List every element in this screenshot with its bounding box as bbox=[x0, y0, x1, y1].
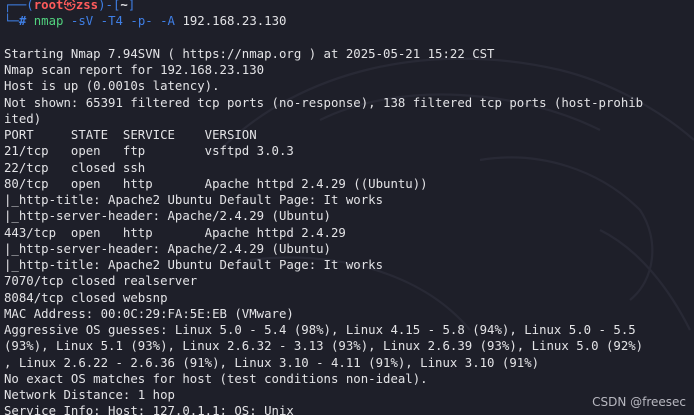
output-line: |_http-server-header: Apache/2.4.29 (Ubu… bbox=[4, 241, 331, 256]
output-line: Nmap scan report for 192.168.23.130 bbox=[4, 63, 265, 77]
skull-icon: ㉿ bbox=[63, 0, 76, 12]
output-line: |_http-title: Apache2 Ubuntu Default Pag… bbox=[4, 258, 384, 272]
output-line: MAC Address: 00:0C:29:FA:5E:EB (VMware) bbox=[4, 306, 294, 321]
prompt-host: zss bbox=[75, 0, 99, 12]
output-line: No exact OS matches for host (test condi… bbox=[4, 371, 428, 386]
output-line: Starting Nmap 7.94SVN ( https://nmap.org… bbox=[4, 46, 495, 61]
prompt-separator: )-[ bbox=[98, 0, 121, 12]
prompt-box-open: ┌──( bbox=[4, 0, 34, 12]
output-line: 80/tcp open http Apache httpd 2.4.29 ((U… bbox=[4, 176, 428, 191]
output-line: 22/tcp closed ssh bbox=[4, 160, 146, 175]
output-line: (93%), Linux 5.1 (93%), Linux 2.6.32 - 3… bbox=[4, 339, 644, 354]
output-line: Service Info: Host: 127.0.1.1; OS: Unix bbox=[4, 404, 294, 415]
output-line: |_http-title: Apache2 Ubuntu Default Pag… bbox=[4, 193, 384, 207]
output-line: 443/tcp open http Apache httpd 2.4.29 bbox=[4, 225, 346, 240]
output-line: , Linux 2.6.22 - 2.6.36 (91%), Linux 3.1… bbox=[4, 355, 540, 370]
terminal-window[interactable]: ┌──(root㉿zss)-[~] └─# nmap -sV -T4 -p- -… bbox=[4, 0, 692, 415]
command-arg: -T4 bbox=[100, 14, 123, 29]
command-arg: -sV bbox=[70, 14, 94, 29]
output-line: Network Distance: 1 hop bbox=[4, 388, 175, 402]
command-target: 192.168.23.130 bbox=[182, 14, 287, 29]
prompt-corner: └─ bbox=[4, 14, 19, 29]
prompt-directory: ~ bbox=[120, 0, 128, 12]
prompt-line-1: ┌──(root㉿zss)-[~] bbox=[4, 0, 692, 13]
output-line: ited) bbox=[4, 111, 42, 126]
output-line: Aggressive OS guesses: Linux 5.0 - 5.4 (… bbox=[4, 323, 636, 337]
output-line: Host is up (0.0010s latency). bbox=[4, 79, 220, 94]
prompt-line-2: └─# nmap -sV -T4 -p- -A 192.168.23.130 bbox=[4, 13, 692, 29]
prompt-hash: # bbox=[18, 14, 27, 29]
command-arg: -A bbox=[160, 14, 175, 29]
prompt-box-close: ] bbox=[127, 0, 136, 12]
output-line: Not shown: 65391 filtered tcp ports (no-… bbox=[4, 95, 644, 110]
output-line: 21/tcp open ftp vsftpd 3.0.3 bbox=[4, 144, 294, 159]
command-name: nmap bbox=[33, 14, 64, 29]
output-line: PORT STATE SERVICE VERSION bbox=[4, 128, 257, 142]
output-line: 7070/tcp closed realserver bbox=[4, 274, 198, 289]
output-line: |_http-server-header: Apache/2.4.29 (Ubu… bbox=[4, 209, 331, 224]
output-line: 8084/tcp closed websnp bbox=[4, 290, 168, 305]
terminal-output: Starting Nmap 7.94SVN ( https://nmap.org… bbox=[4, 30, 692, 415]
csdn-watermark: CSDN @freesec bbox=[592, 395, 686, 409]
command-arg: -p- bbox=[130, 14, 153, 29]
prompt-user: root bbox=[33, 0, 64, 12]
